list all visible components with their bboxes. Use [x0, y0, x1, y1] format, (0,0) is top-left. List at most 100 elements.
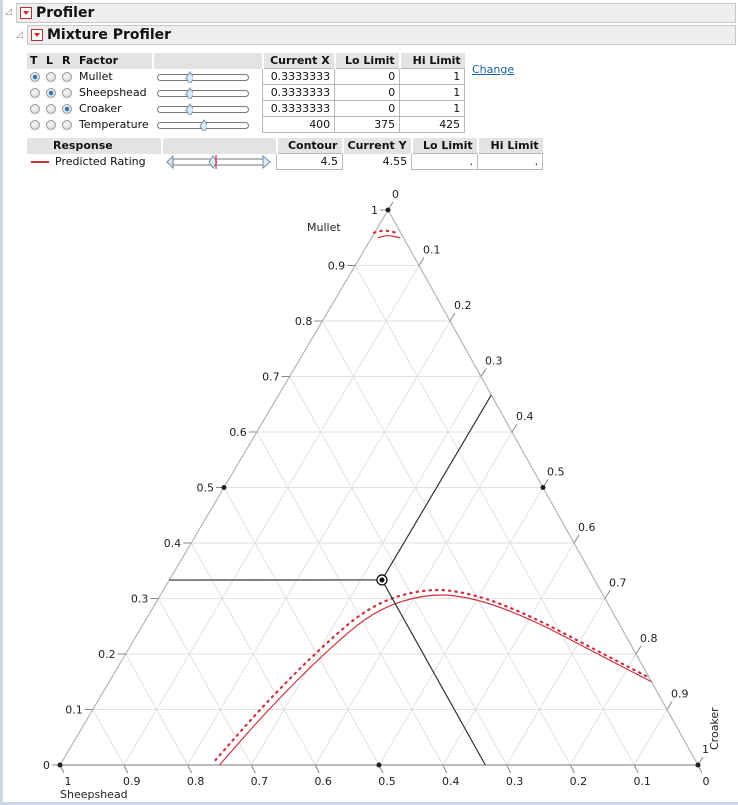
radio-cell: [27, 69, 43, 85]
tick-label-sheepshead: 0.2: [570, 775, 588, 788]
tick-label-mullet: 0.9: [328, 260, 346, 273]
current-x-input[interactable]: 0.3333333: [262, 100, 336, 117]
contour-shade-dots: [214, 588, 649, 762]
axis-label-sheepshead: Sheepshead: [60, 788, 128, 801]
current-x-input[interactable]: 0.3333333: [262, 68, 336, 85]
crosshair-croaker: [381, 394, 492, 581]
radio-l[interactable]: [46, 120, 56, 130]
gridline-croaker: [314, 431, 513, 766]
disclosure-triangle-icon[interactable]: ◿: [16, 30, 26, 40]
tick-label-mullet: 0.8: [295, 315, 313, 328]
tick-label-mullet: 0.2: [98, 648, 116, 661]
hi-limit-input[interactable]: 1: [399, 100, 466, 117]
tick-sheepshead: [633, 764, 639, 774]
slider-right-arrow-icon[interactable]: [262, 154, 271, 169]
hi-limit-input[interactable]: 425: [399, 116, 466, 133]
tick-label-croaker: 0.4: [516, 410, 534, 423]
current-x-input[interactable]: 0.3333333: [262, 84, 336, 101]
radio-cell: [43, 69, 59, 85]
edge-right: [387, 209, 699, 766]
current-point: [379, 577, 385, 583]
factor-slider-cell: [153, 85, 263, 101]
col-lo-limit: Lo Limit: [333, 53, 400, 69]
factor-slider-cell: [153, 117, 263, 133]
slider-thumb[interactable]: [185, 102, 193, 115]
tick-label-sheepshead: 0.9: [123, 775, 141, 788]
tick-croaker: [387, 201, 394, 211]
gridline-croaker: [633, 709, 668, 766]
radio-r[interactable]: [62, 72, 72, 82]
slider-thumb[interactable]: [199, 118, 207, 131]
response-lo-limit-input[interactable]: .: [411, 153, 479, 170]
factor-row: Temperature 400 375 425: [27, 116, 466, 133]
lo-limit-input[interactable]: 375: [334, 116, 401, 133]
tick-label-croaker: 1: [702, 743, 709, 756]
factor-slider[interactable]: [156, 70, 249, 83]
gridline-sheepshead: [289, 376, 508, 766]
slider-thumb[interactable]: [185, 70, 193, 83]
col-lo-limit: Lo Limit: [410, 138, 478, 154]
slider-thumb[interactable]: [185, 86, 193, 99]
tick-croaker: [511, 423, 518, 433]
current-y-value: 4.55: [382, 155, 408, 168]
factor-slider[interactable]: [156, 86, 249, 99]
col-l: L: [43, 53, 59, 69]
tick-label-sheepshead: 1: [65, 775, 72, 788]
profiler-outline-header[interactable]: Profiler: [16, 3, 736, 23]
contour-shade-dots: [372, 229, 398, 234]
col-factor: Factor: [75, 53, 153, 69]
factor-name: Mullet: [79, 70, 113, 83]
tick-label-mullet: 0.5: [197, 482, 215, 495]
lo-limit-input[interactable]: 0: [334, 100, 401, 117]
radio-l[interactable]: [46, 72, 56, 82]
gridline-sheepshead: [157, 598, 252, 766]
red-triangle-menu-icon[interactable]: [20, 7, 32, 19]
factor-table: T L R Factor Current X Lo Limit Hi Limit…: [27, 53, 466, 133]
response-hi-limit-input[interactable]: .: [477, 153, 544, 170]
red-triangle-menu-icon[interactable]: [31, 29, 43, 41]
slider-track[interactable]: [172, 158, 264, 165]
radio-r[interactable]: [62, 120, 72, 130]
radio-r[interactable]: [62, 88, 72, 98]
disclosure-triangle-icon[interactable]: ◿: [5, 7, 15, 17]
design-point: [385, 207, 391, 213]
tick-label-croaker: 0: [392, 188, 399, 201]
profiler-title: Profiler: [36, 5, 95, 21]
tick-label-mullet: 0.6: [229, 426, 247, 439]
radio-t[interactable]: [30, 104, 40, 114]
design-point: [57, 762, 63, 768]
radio-t[interactable]: [30, 120, 40, 130]
contour-slider[interactable]: [166, 154, 272, 169]
tick-label-sheepshead: 0.7: [251, 775, 269, 788]
crosshair-sheepshead: [381, 579, 486, 766]
factor-slider[interactable]: [156, 102, 249, 115]
radio-t[interactable]: [30, 72, 40, 82]
ternary-edges: [59, 209, 699, 766]
hi-limit-input[interactable]: 1: [399, 84, 466, 101]
radio-l[interactable]: [46, 104, 56, 114]
change-link[interactable]: Change: [472, 63, 514, 76]
radio-cell: [59, 85, 75, 101]
gridline-croaker: [569, 653, 637, 766]
col-contour: Contour: [275, 138, 343, 154]
hi-limit-input[interactable]: 1: [399, 68, 466, 85]
factor-slider-cell: [153, 101, 263, 117]
current-x-input[interactable]: 400: [262, 116, 336, 133]
slider-left-arrow-icon[interactable]: [166, 154, 174, 169]
mixture-profiler-outline-header[interactable]: Mixture Profiler: [27, 25, 736, 45]
col-r: R: [59, 53, 75, 69]
radio-t[interactable]: [30, 88, 40, 98]
col-slider: [151, 53, 263, 69]
contour-input[interactable]: 4.5: [276, 153, 343, 170]
factor-slider[interactable]: [156, 118, 249, 131]
factor-table-header: T L R Factor Current X Lo Limit Hi Limit: [27, 53, 465, 69]
tick-label-croaker: 0.3: [485, 355, 503, 368]
lo-limit-input[interactable]: 0: [334, 84, 401, 101]
radio-l[interactable]: [46, 88, 56, 98]
radio-r[interactable]: [62, 104, 72, 114]
tick-label-mullet: 0.3: [131, 593, 149, 606]
lo-limit-input[interactable]: 0: [334, 68, 401, 85]
ternary-gridlines: [92, 265, 668, 766]
tick-label-mullet: 0.1: [65, 704, 83, 717]
col-hi-limit: Hi Limit: [398, 53, 465, 69]
